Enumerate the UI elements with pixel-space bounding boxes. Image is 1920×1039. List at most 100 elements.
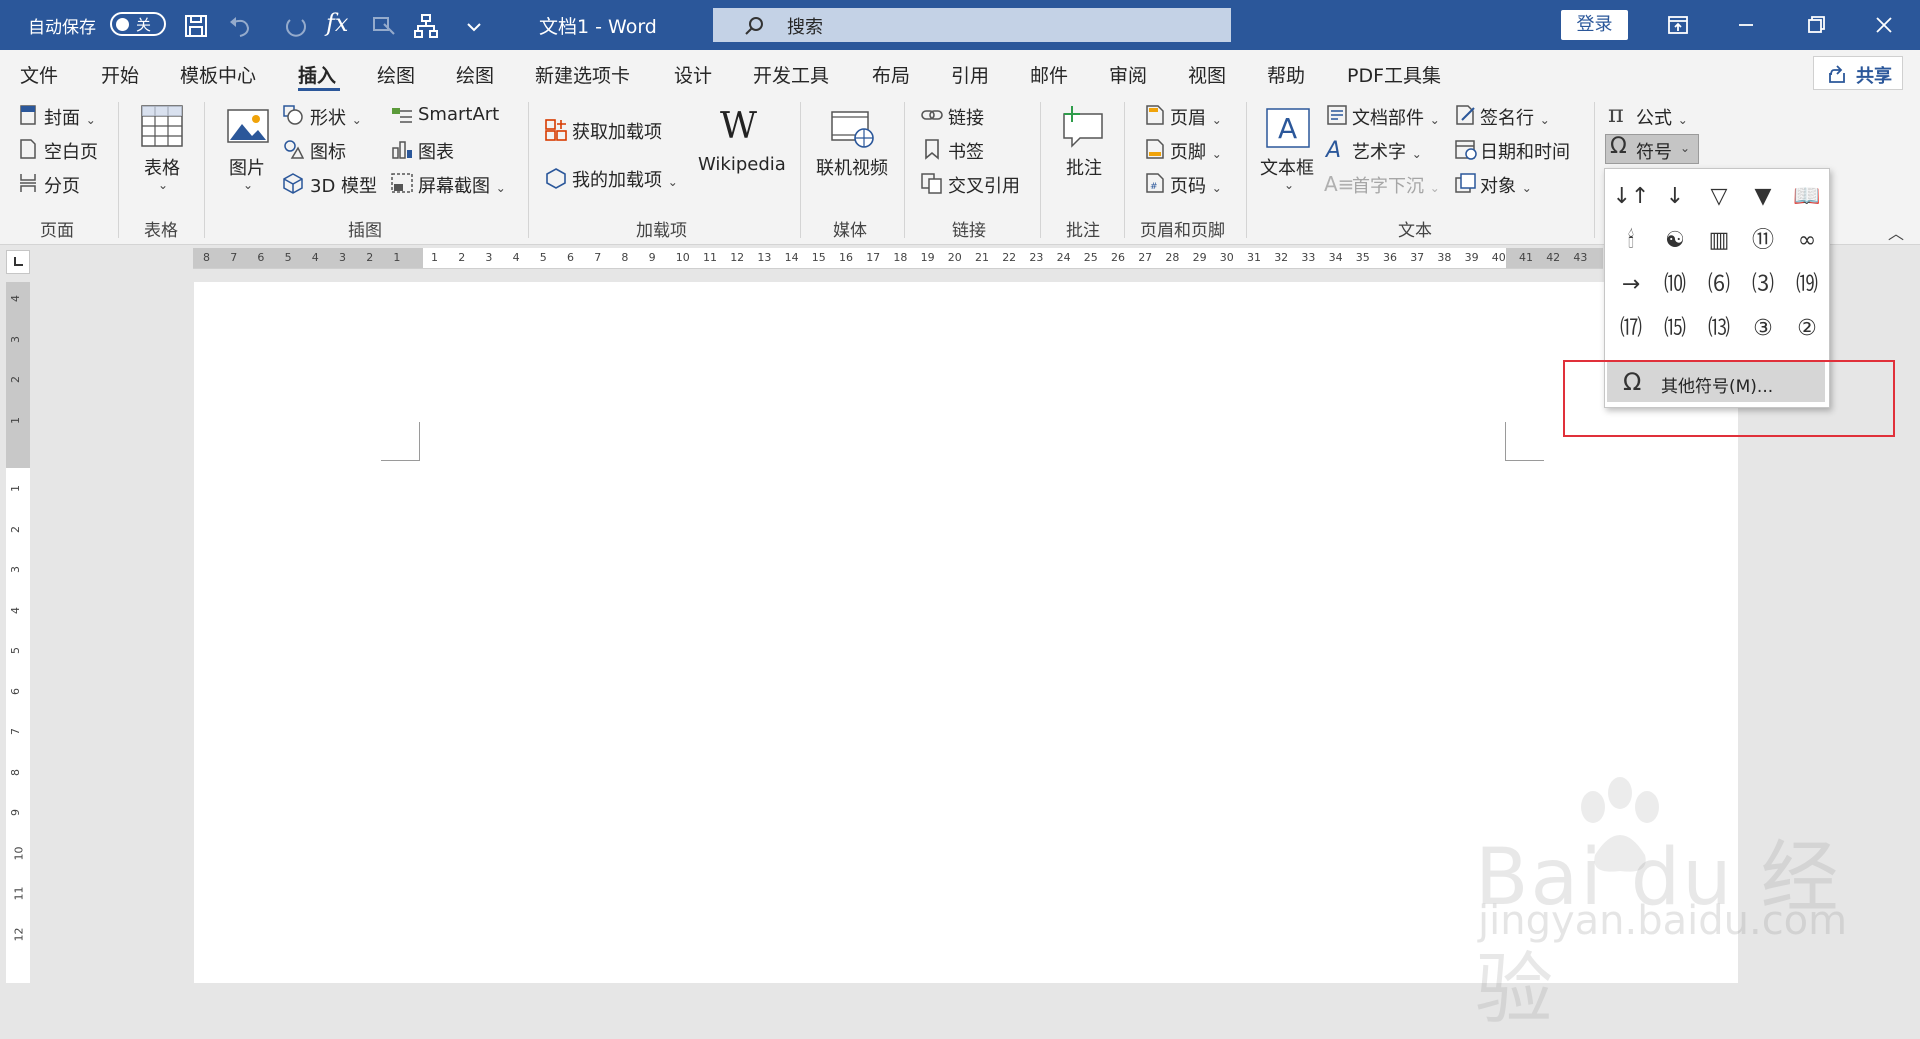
cross-reference-button[interactable]: 交叉引用 bbox=[948, 172, 1020, 198]
close-icon[interactable] bbox=[1866, 10, 1902, 40]
tab-view[interactable]: 视图 bbox=[1188, 61, 1226, 88]
ruler-number: 16 bbox=[839, 251, 853, 264]
tab-mailings[interactable]: 邮件 bbox=[1030, 61, 1068, 88]
minimize-icon[interactable] bbox=[1728, 10, 1764, 40]
tab-pdf-tools[interactable]: PDF工具集 bbox=[1347, 61, 1441, 88]
smartart-button[interactable]: SmartArt bbox=[418, 104, 499, 125]
icons-button[interactable]: 图标 bbox=[310, 138, 346, 164]
symbol-cell[interactable]: ⒂ bbox=[1653, 307, 1697, 351]
tab-template-center[interactable]: 模板中心 bbox=[180, 61, 256, 88]
textbox-button[interactable]: 文本框 bbox=[1260, 154, 1314, 180]
tab-new-tab[interactable]: 新建选项卡 bbox=[535, 61, 630, 88]
ruler-number: 10 bbox=[675, 251, 690, 264]
comment-icon bbox=[1060, 104, 1106, 152]
screenshot-button[interactable]: 屏幕截图 ⌄ bbox=[418, 172, 506, 198]
footer-button[interactable]: 页脚 ⌄ bbox=[1170, 138, 1222, 164]
wordart-button[interactable]: 艺术字 ⌄ bbox=[1352, 138, 1422, 164]
group-separator bbox=[1594, 102, 1595, 238]
tab-insert[interactable]: 插入 bbox=[298, 61, 336, 88]
header-label: 页眉 bbox=[1170, 108, 1206, 129]
blank-page-button[interactable]: 空白页 bbox=[44, 138, 98, 164]
symbol-cell[interactable]: ⑹ bbox=[1697, 263, 1741, 307]
tab-review[interactable]: 审阅 bbox=[1109, 61, 1147, 88]
tab-selector[interactable] bbox=[6, 250, 30, 274]
symbol-cell[interactable]: ⑪ bbox=[1741, 219, 1785, 263]
function-icon[interactable]: fx bbox=[326, 9, 354, 37]
tab-draw-1[interactable]: 绘图 bbox=[377, 61, 415, 88]
cover-page-button[interactable]: 封面 ⌄ bbox=[44, 104, 96, 130]
symbol-cell[interactable]: 🕯 bbox=[1609, 219, 1653, 263]
wikipedia-button[interactable]: Wikipedia bbox=[698, 154, 786, 175]
customize-toolbar-icon[interactable] bbox=[460, 12, 488, 40]
date-time-button[interactable]: 日期和时间 bbox=[1480, 138, 1570, 164]
bookmark-button[interactable]: 书签 bbox=[948, 138, 984, 164]
drop-cap-label: 首字下沉 bbox=[1352, 176, 1424, 197]
vertical-ruler[interactable]: 4 3 2 1 1 2 3 4 5 6 7 8 9 10 11 12 bbox=[6, 282, 30, 983]
ribbon-display-icon[interactable] bbox=[1660, 10, 1696, 40]
shapes-button[interactable]: 形状 ⌄ bbox=[310, 104, 362, 130]
symbol-cell[interactable]: → bbox=[1609, 263, 1653, 307]
symbol-cell[interactable]: ⑽ bbox=[1653, 263, 1697, 307]
page-break-button[interactable]: 分页 bbox=[44, 172, 80, 198]
online-video-button[interactable]: 联机视频 bbox=[816, 154, 888, 180]
save-icon[interactable] bbox=[182, 12, 210, 40]
undo-icon[interactable] bbox=[226, 12, 254, 40]
drop-cap-button[interactable]: 首字下沉 ⌄ bbox=[1352, 172, 1440, 198]
symbol-cell[interactable]: ☯ bbox=[1653, 219, 1697, 263]
symbol-cell[interactable]: ▽ bbox=[1697, 175, 1741, 219]
restore-icon[interactable] bbox=[1798, 10, 1834, 40]
symbol-cell[interactable]: ▥ bbox=[1697, 219, 1741, 263]
signature-line-button[interactable]: 签名行 ⌄ bbox=[1480, 104, 1550, 130]
equation-button[interactable]: 公式 ⌄ bbox=[1636, 104, 1688, 130]
page-number-button[interactable]: 页码 ⌄ bbox=[1170, 172, 1222, 198]
login-button[interactable]: 登录 bbox=[1561, 10, 1628, 40]
get-addins-button[interactable]: 获取加载项 bbox=[572, 118, 662, 144]
symbol-button[interactable]: Ω 符号 ⌄ bbox=[1605, 134, 1699, 164]
ruler-number: 35 bbox=[1355, 251, 1370, 264]
symbol-cell[interactable]: ⒀ bbox=[1697, 307, 1741, 351]
comment-button[interactable]: 批注 bbox=[1066, 154, 1102, 180]
tab-help[interactable]: 帮助 bbox=[1267, 61, 1305, 88]
symbol-cell[interactable]: ② bbox=[1785, 307, 1829, 351]
object-button[interactable]: 对象 ⌄ bbox=[1480, 172, 1532, 198]
picture-button[interactable]: 图片 bbox=[229, 154, 265, 180]
ruler-number: 21 bbox=[975, 251, 989, 264]
org-chart-icon[interactable] bbox=[412, 12, 440, 40]
chevron-down-icon: ⌄ bbox=[1211, 147, 1222, 161]
screenshot-label: 屏幕截图 bbox=[418, 176, 490, 197]
symbol-cell[interactable]: ③ bbox=[1741, 307, 1785, 351]
symbol-cell[interactable]: ⒆ bbox=[1785, 263, 1829, 307]
tab-file[interactable]: 文件 bbox=[20, 61, 58, 88]
table-button[interactable]: 表格 bbox=[144, 154, 180, 180]
3d-model-button[interactable]: 3D 模型 bbox=[310, 172, 377, 198]
tab-references[interactable]: 引用 bbox=[951, 61, 989, 88]
tab-design[interactable]: 设计 bbox=[674, 61, 712, 88]
my-addins-button[interactable]: 我的加载项 ⌄ bbox=[572, 166, 678, 192]
symbol-cell[interactable]: ∞ bbox=[1785, 219, 1829, 263]
symbol-cell[interactable]: ⑶ bbox=[1741, 263, 1785, 307]
search-box[interactable]: 搜索 bbox=[713, 8, 1231, 42]
chart-button[interactable]: 图表 bbox=[418, 138, 454, 164]
redo-icon[interactable] bbox=[282, 12, 310, 40]
autosave-toggle[interactable]: 关 bbox=[110, 12, 166, 36]
chevron-down-icon: ⌄ bbox=[1284, 178, 1295, 192]
symbol-cell[interactable]: ↓↑ bbox=[1609, 175, 1653, 219]
symbol-cell[interactable]: ▼ bbox=[1741, 175, 1785, 219]
collapse-ribbon-icon[interactable]: ︿ bbox=[1888, 220, 1904, 244]
group-separator bbox=[118, 102, 119, 238]
ruler-number: 38 bbox=[1437, 251, 1452, 264]
symbol-cell[interactable]: 📖 bbox=[1785, 175, 1829, 219]
symbol-cell[interactable]: ⒄ bbox=[1609, 307, 1653, 351]
tab-developer[interactable]: 开发工具 bbox=[753, 61, 829, 88]
horizontal-ruler[interactable]: 8 7 6 5 4 3 2 1 1 2 3 4 5 6 7 8 9 10 11 12 13 14 15 16 17 18 19 20 2… bbox=[193, 248, 1603, 269]
tab-draw-2[interactable]: 绘图 bbox=[456, 61, 494, 88]
select-icon[interactable] bbox=[370, 12, 398, 40]
link-button[interactable]: 链接 bbox=[948, 104, 984, 130]
ruler-number: 32 bbox=[1274, 251, 1289, 264]
share-button[interactable]: 共享 bbox=[1813, 56, 1903, 90]
quick-parts-button[interactable]: 文档部件 ⌄ bbox=[1352, 104, 1440, 130]
tab-layout[interactable]: 布局 bbox=[872, 61, 910, 88]
header-button[interactable]: 页眉 ⌄ bbox=[1170, 104, 1222, 130]
tab-home[interactable]: 开始 bbox=[101, 61, 139, 88]
symbol-cell[interactable]: ↓ bbox=[1653, 175, 1697, 219]
